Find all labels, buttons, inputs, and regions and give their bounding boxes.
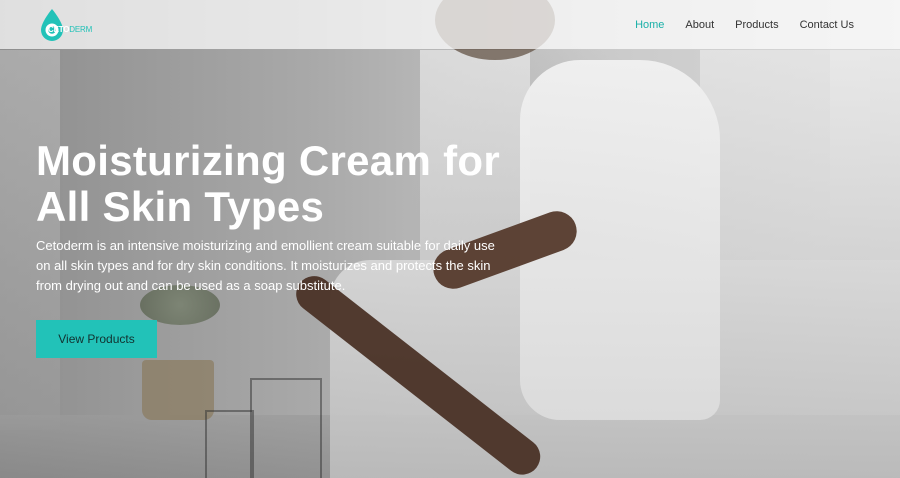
logo-text-secondary: DERM: [69, 25, 93, 34]
brand-logo[interactable]: CETODERM: [37, 8, 92, 42]
background-lantern: [205, 410, 254, 478]
background-lantern: [250, 378, 322, 478]
nav-link-products[interactable]: Products: [735, 19, 778, 31]
nav-link-contact-us[interactable]: Contact Us: [800, 19, 854, 31]
background-window: [830, 50, 900, 270]
nav-link-home[interactable]: Home: [635, 19, 664, 31]
main-nav: Home About Products Contact Us: [635, 0, 854, 49]
hero-title: Moisturizing Cream for All Skin Types: [36, 137, 500, 230]
logo-text-primary: CETO: [48, 25, 70, 34]
nav-link-about[interactable]: About: [685, 19, 714, 31]
hero-section: CETODERM Home About Products Contact Us …: [0, 0, 900, 478]
view-products-button[interactable]: View Products: [36, 320, 157, 358]
logo-text: CETODERM: [48, 25, 92, 34]
background-plant-pot: [142, 360, 214, 420]
site-header: CETODERM Home About Products Contact Us: [0, 0, 900, 49]
hero-description: Cetoderm is an intensive moisturizing an…: [36, 238, 495, 293]
